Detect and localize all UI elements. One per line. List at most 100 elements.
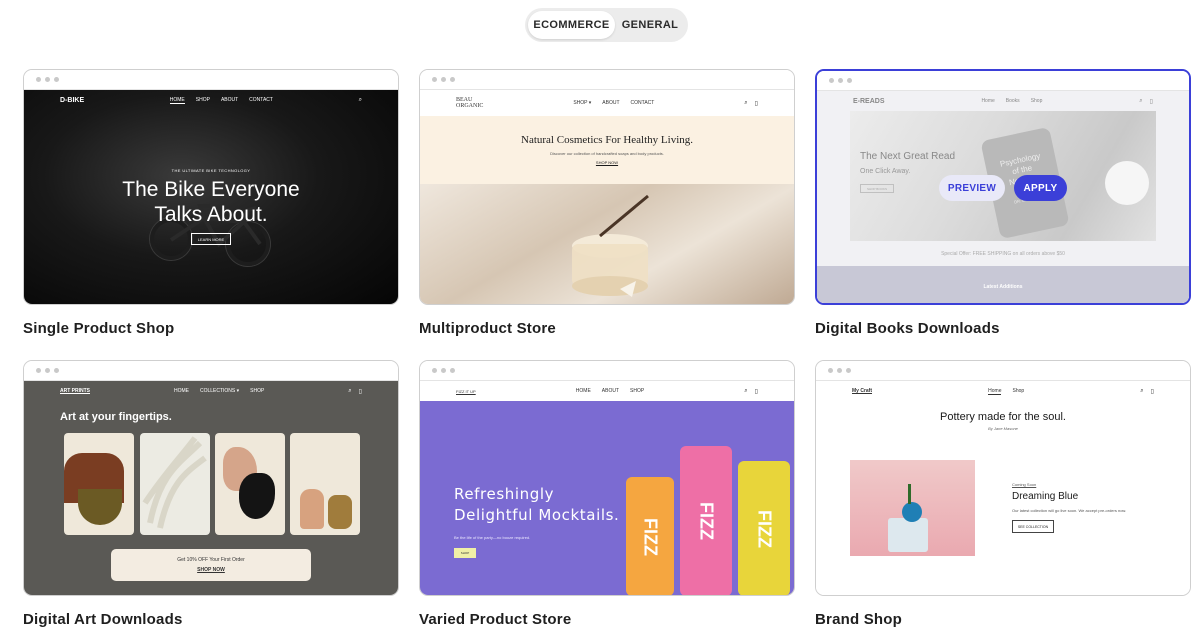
template-card-digital-art[interactable]: ART PRINTS HOME COLLECTIONS ▾ SHOP ⌕ ▯ Ar… [23,360,399,628]
preview-eyebrow: THE ULTIMATE BIKE TECHNOLOGY [171,168,251,173]
preview-nav-item: SHOP [630,388,645,394]
template-card-varied-product[interactable]: FIZZ IT UP HOME ABOUT SHOP ⌕ ▯ Refreshing… [419,360,795,628]
preview-subtext: Discover our collection of handcrafted s… [550,151,664,156]
browser-chrome [816,361,1190,381]
preview-nav-item: ABOUT [220,96,239,103]
cup-illustration [1105,161,1149,205]
template-card-multiproduct[interactable]: BEAU ORGANIC SHOP ▾ ABOUT CONTACT ⌕ ▯ Nat… [419,69,795,337]
preview-brand: BEAU ORGANIC [456,97,483,109]
preview-nav-item: ABOUT [602,100,620,106]
template-screenshot: BEAU ORGANIC SHOP ▾ ABOUT CONTACT ⌕ ▯ Nat… [420,90,794,304]
preview-product-title: Dreaming Blue [1012,491,1079,502]
hero-line: Talks About. [154,203,268,226]
preview-nav: D-BIKE HOME SHOP ABOUT CONTACT ⌕ [24,90,398,110]
preview-hero-button: SHOP BOOKS [860,184,894,193]
preview-hero-line: One Click Away. [860,168,911,175]
template-screenshot: My Craft Home Shop ⌕ ▯ Pottery made for t… [816,381,1190,595]
soda-can: FIZZ [738,461,790,595]
heading-line: Refreshingly [454,485,555,503]
preview-promo-banner: Get 10% OFF Your First Order SHOP NOW [111,549,311,581]
preview-nav: E-READS Home Books Shop ⌕ ▯ [817,91,1189,111]
browser-chrome [420,70,794,90]
preview-subtext: Be the life of the party—no booze requir… [454,535,531,540]
preview-button[interactable]: PREVIEW [939,175,1005,201]
preview-nav-item: Home [981,98,995,104]
bag-icon: ▯ [754,388,758,395]
preview-nav-item: SHOP [195,96,210,103]
template-title: Single Product Shop [23,320,175,337]
apply-button[interactable]: APPLY [1014,175,1067,201]
art-print [290,433,360,535]
art-print [64,433,134,535]
bag-icon: ▯ [754,100,758,107]
preview-product-image [850,460,975,556]
preview-hero-line: The Next Great Read [860,151,956,162]
template-screenshot: E-READS Home Books Shop ⌕ ▯ Psychology of… [817,91,1189,303]
can-label: FIZZ [640,517,661,556]
search-icon: ⌕ [1139,97,1143,104]
preview-nav-item: HOME [173,388,189,394]
hero-line: The Bike Everyone [122,178,300,201]
template-preview-frame[interactable]: E-READS Home Books Shop ⌕ ▯ Psychology of… [815,69,1191,305]
preview-nav: ART PRINTS HOME COLLECTIONS ▾ SHOP ⌕ ▯ [24,381,398,401]
preview-heading: Natural Cosmetics For Healthy Living. [521,134,693,146]
template-title: Brand Shop [815,611,902,628]
art-print [215,433,285,535]
template-title: Digital Books Downloads [815,320,1000,337]
tab-ecommerce[interactable]: ECOMMERCE [528,11,615,39]
promo-text: Get 10% OFF Your First Order [177,557,245,563]
browser-chrome [420,361,794,381]
template-preview-frame[interactable]: My Craft Home Shop ⌕ ▯ Pottery made for t… [815,360,1191,596]
preview-nav-item: Home [988,387,1002,395]
preview-cta: SEE COLLECTION [1012,520,1054,533]
heading-line: Delightful Mocktails. [454,506,620,524]
preview-offer: Special Offer: FREE SHIPPING on all orde… [941,251,1065,257]
template-card-single-product[interactable]: D-BIKE HOME SHOP ABOUT CONTACT ⌕ THE ULT… [23,69,399,337]
template-screenshot: FIZZ IT UP HOME ABOUT SHOP ⌕ ▯ Refreshing… [420,381,794,595]
preview-heading: Art at your fingertips. [60,411,172,423]
template-preview-frame[interactable]: FIZZ IT UP HOME ABOUT SHOP ⌕ ▯ Refreshing… [419,360,795,596]
preview-cta: SHOP [454,548,476,558]
brand-line: ORGANIC [456,103,484,109]
preview-hero-image: Psychology of the Newbies DR. L. MENDEL [850,111,1156,241]
candle-jar-illustration [572,194,649,297]
template-card-brand-shop[interactable]: My Craft Home Shop ⌕ ▯ Pottery made for t… [815,360,1191,628]
preview-cta: LEARN MORE [191,233,231,245]
template-card-digital-books[interactable]: E-READS Home Books Shop ⌕ ▯ Psychology of… [815,69,1191,337]
preview-section-title: Latest Additions [983,284,1023,290]
search-icon: ⌕ [1140,387,1144,394]
preview-nav-item: CONTACT [249,96,273,103]
preview-photo [420,184,794,304]
preview-nav-item: ABOUT [601,388,620,394]
template-title: Varied Product Store [419,611,572,628]
template-title: Digital Art Downloads [23,611,183,628]
category-toggle: ECOMMERCE GENERAL [525,8,688,42]
preview-brand: D-BIKE [60,96,85,104]
template-preview-frame[interactable]: ART PRINTS HOME COLLECTIONS ▾ SHOP ⌕ ▯ Ar… [23,360,399,596]
preview-hero-text: The Bike Everyone Talks About. [24,177,398,227]
search-icon: ⌕ [744,99,748,106]
template-preview-frame[interactable]: D-BIKE HOME SHOP ABOUT CONTACT ⌕ THE ULT… [23,69,399,305]
preview-heading: Refreshingly Delightful Mocktails. [454,484,619,526]
template-screenshot: D-BIKE HOME SHOP ABOUT CONTACT ⌕ THE ULT… [24,90,398,304]
preview-product-desc: Our latest collection will go live soon.… [1012,508,1127,513]
bag-icon: ▯ [358,388,362,395]
preview-brand: ART PRINTS [60,388,90,394]
preview-hero-band: Natural Cosmetics For Healthy Living. Di… [420,116,794,184]
tab-general[interactable]: GENERAL [615,11,685,39]
search-icon: ⌕ [358,96,362,103]
preview-nav-item: COLLECTIONS ▾ [199,388,240,394]
promo-link: SHOP NOW [197,567,225,573]
bag-icon: ▯ [1149,98,1153,105]
preview-nav-item: HOME [169,96,185,104]
bag-icon: ▯ [1150,388,1154,395]
preview-byline: By Jane Masone [988,426,1018,431]
template-preview-frame[interactable]: BEAU ORGANIC SHOP ▾ ABOUT CONTACT ⌕ ▯ Nat… [419,69,795,305]
preview-nav: My Craft Home Shop ⌕ ▯ [816,381,1190,401]
preview-nav: BEAU ORGANIC SHOP ▾ ABOUT CONTACT ⌕ ▯ [420,90,794,116]
template-title: Multiproduct Store [419,320,556,337]
search-icon: ⌕ [348,387,352,394]
preview-nav-item: SHOP [250,388,265,394]
preview-nav-item: HOME [575,388,591,394]
soda-can: FIZZ [680,446,732,595]
